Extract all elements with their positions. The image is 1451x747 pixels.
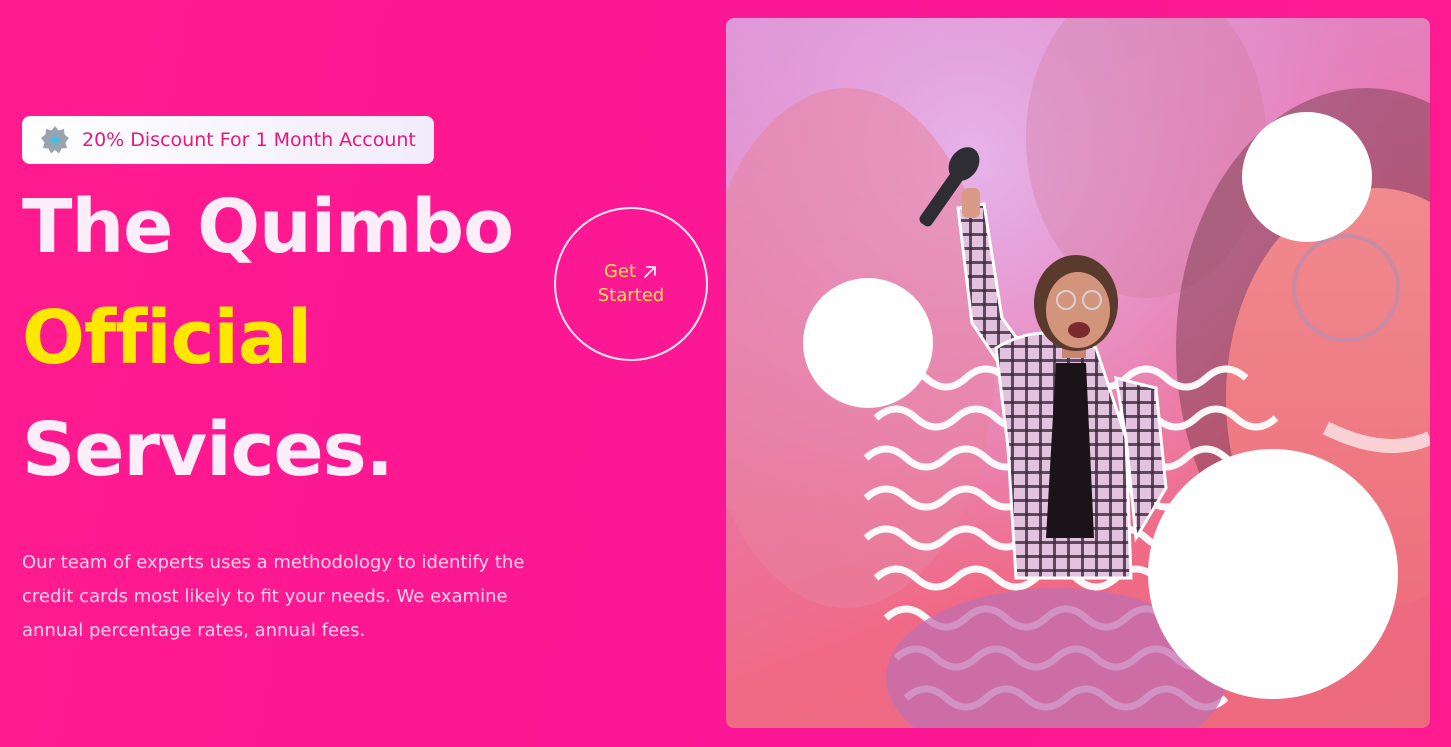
hero-image-panel xyxy=(726,18,1430,728)
get-started-label-line2: Started xyxy=(597,285,665,306)
sparkle-badge-icon xyxy=(41,126,69,154)
page-title-line-2: Official xyxy=(22,295,312,381)
get-started-button[interactable]: Get Started xyxy=(554,207,708,361)
page-title-line-1: The Quimbo xyxy=(22,184,514,270)
page-title-line-3: Services. xyxy=(22,407,394,493)
arrow-up-right-icon xyxy=(644,266,656,278)
decor-circle-left xyxy=(803,278,933,408)
hero-section: 20% Discount For 1 Month Account The Qui… xyxy=(0,0,1451,747)
decor-circle-bottom xyxy=(1148,449,1398,699)
get-started-label-line1: Get xyxy=(603,261,637,282)
hero-description: Our team of experts uses a methodology t… xyxy=(22,552,525,641)
discount-badge[interactable]: 20% Discount For 1 Month Account xyxy=(22,116,434,164)
discount-badge-text: 20% Discount For 1 Month Account xyxy=(82,129,416,151)
decor-circle-top xyxy=(1242,112,1372,242)
get-started-row: Get xyxy=(604,260,658,284)
